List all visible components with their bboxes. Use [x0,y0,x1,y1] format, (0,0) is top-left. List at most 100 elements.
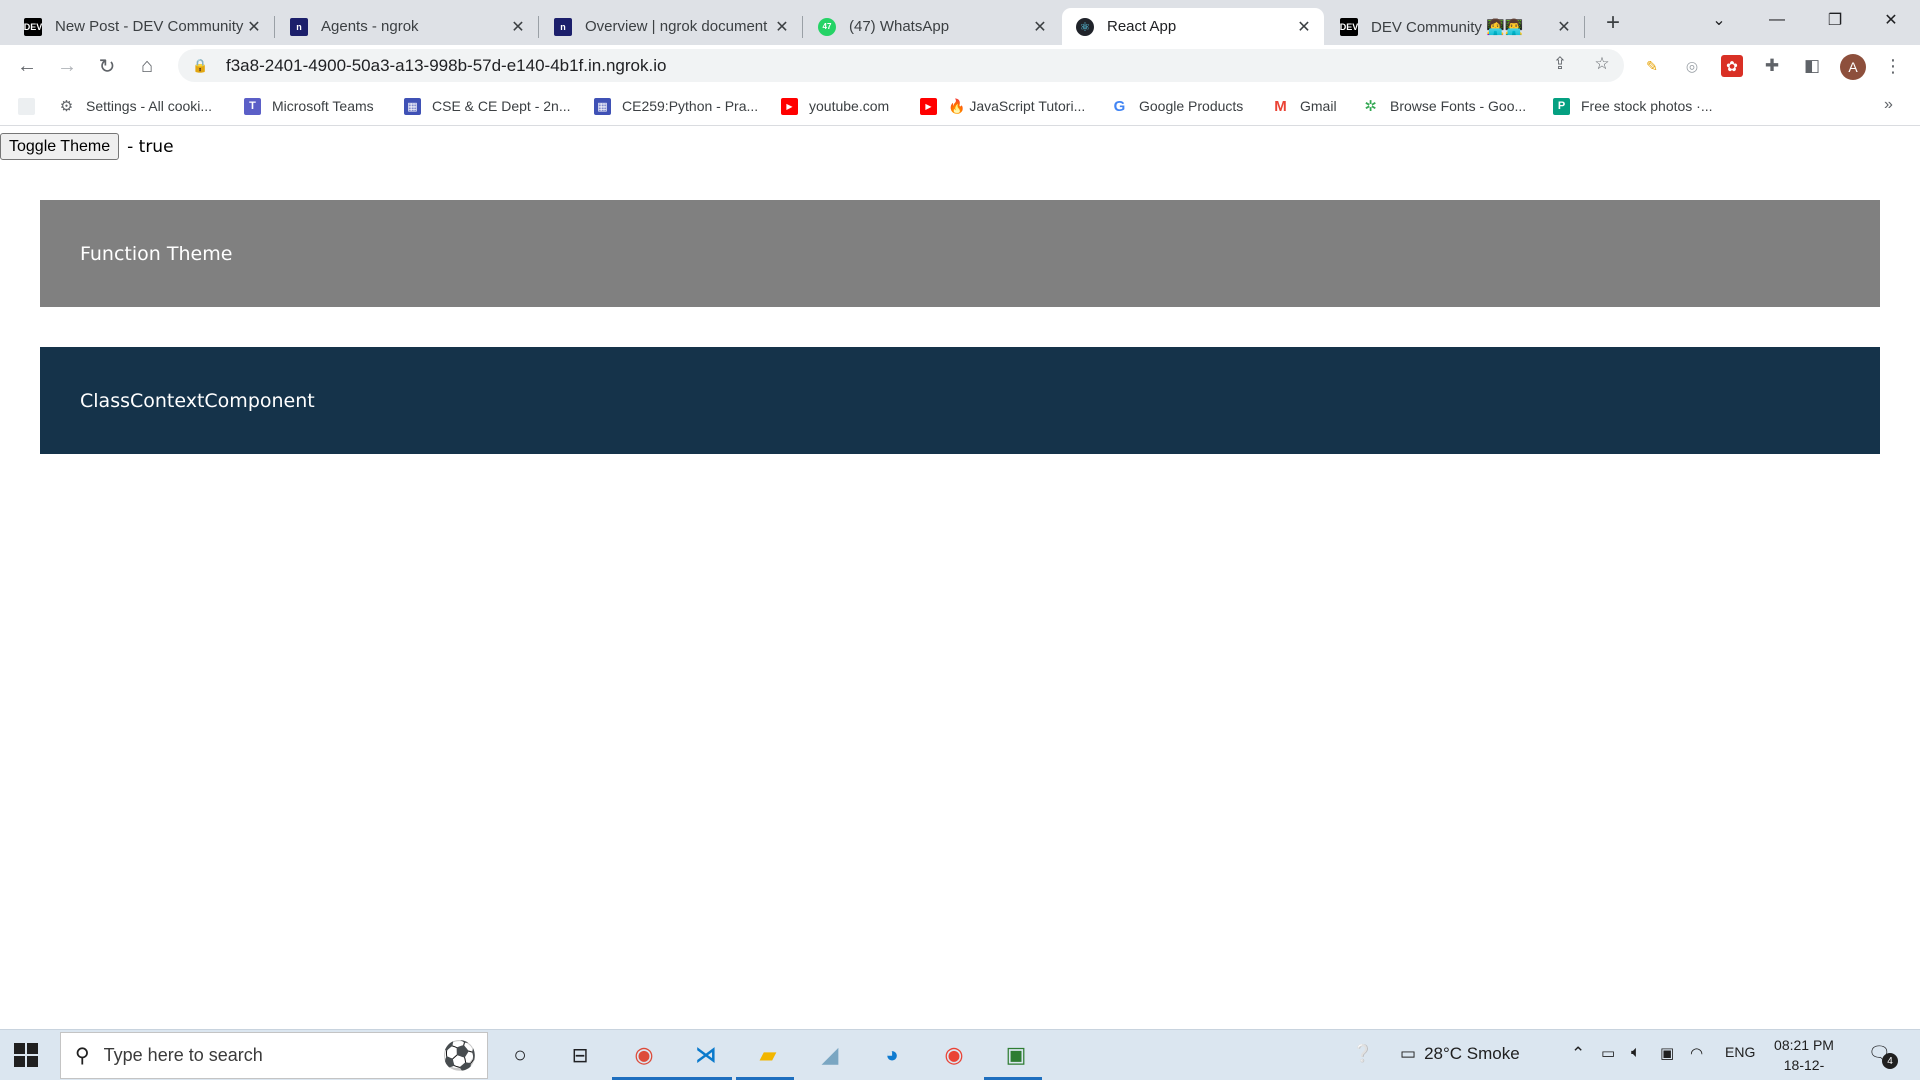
ngrok-favicon-icon: n [554,17,572,36]
share-icon[interactable]: ⇪ [1548,52,1572,76]
file-explorer-icon[interactable]: ▰ [750,1038,786,1072]
tab-separator [1584,16,1585,38]
forward-arrow-icon[interactable]: → [51,50,83,82]
red-extension-icon[interactable]: ✿ [1721,55,1743,77]
search-icon: ⚲ [75,1045,90,1067]
google-icon: G [1113,97,1126,115]
theme-state-text: - true [127,136,174,157]
bookmark-js-tutorial[interactable]: ▶ 🔥 JavaScript Tutori... [920,96,1085,116]
new-tab-button[interactable]: + [1598,8,1628,38]
react-favicon-icon: ⚛ [1076,17,1094,36]
restore-icon[interactable]: ❐ [1806,0,1864,40]
bookmark-gmail[interactable]: M Gmail [1272,96,1336,116]
tab-separator [274,16,275,38]
react-app-page: Toggle Theme - true Function Theme Class… [0,127,1920,1029]
tab-new-post-dev[interactable]: DEV New Post - DEV Community ✕ [10,8,274,45]
bookmark-google-fonts[interactable]: ✲ Browse Fonts - Goo... [1362,96,1526,116]
clock-date: 18-12-2022 [1783,1057,1825,1080]
more-menu-icon[interactable]: ⋮ [1882,55,1904,77]
bookmarks-bar: ⚙ Settings - All cooki... T Microsoft Team… [0,86,1920,126]
bookmark-label: Google Products [1139,98,1244,114]
notification-center-icon[interactable]: 🗨︎ 4 [1868,1043,1898,1069]
tab-agents-ngrok[interactable]: n Agents - ngrok ✕ [276,8,538,45]
tab-ngrok-docs[interactable]: n Overview | ngrok document ✕ [540,8,802,45]
chrome-profile-icon[interactable]: ◉ [626,1038,662,1072]
edge-icon[interactable]: ◕ [874,1038,910,1072]
close-tab-icon[interactable]: ✕ [508,17,528,37]
bookmark-settings[interactable]: ⚙ Settings - All cooki... [58,96,212,116]
windows-start-icon[interactable] [14,1043,38,1067]
youtube-icon: ▶ [781,97,798,115]
dev-favicon-icon: DEV [1340,17,1358,36]
wifi-icon[interactable]: ◠ [1690,1044,1703,1062]
task-view-icon[interactable]: ⊟ [562,1038,598,1072]
tab-search-icon[interactable]: ⌄ [1690,0,1748,40]
close-window-icon[interactable]: ✕ [1862,0,1920,40]
close-tab-icon[interactable]: ✕ [772,17,792,37]
tab-title: (47) WhatsApp [849,18,950,35]
apps-shortcut-icon[interactable] [18,96,46,116]
classroom-icon: ▦ [594,97,611,115]
vscode-icon[interactable]: ⋊ [688,1038,724,1072]
toggle-theme-button[interactable]: Toggle Theme [0,133,120,160]
chrome-icon[interactable]: ◉ [936,1038,972,1072]
cortana-icon[interactable]: ○ [502,1038,538,1072]
battery-icon[interactable]: ▭ [1601,1044,1615,1062]
home-icon[interactable]: ⌂ [131,50,163,82]
class-context-label: ClassContextComponent [80,389,315,412]
extensions-puzzle-icon[interactable]: ✚ [1761,55,1783,77]
bookmark-label: Browse Fonts - Goo... [1390,98,1527,114]
side-panel-icon[interactable]: ◧ [1801,55,1823,77]
taskbar-search-input[interactable]: ⚲ Type here to search ⚽ [60,1032,488,1079]
tab-title: New Post - DEV Community [55,18,244,35]
close-tab-icon[interactable]: ✕ [1030,17,1050,37]
back-arrow-icon[interactable]: ← [11,50,43,82]
bookmark-teams[interactable]: T Microsoft Teams [244,96,374,116]
highlighter-extension-icon[interactable]: ✎ [1641,55,1663,77]
help-icon[interactable]: ❔ [1352,1044,1373,1064]
terminal-app-icon[interactable]: ▣ [998,1038,1034,1072]
address-bar[interactable]: 🔒 f3a8-2401-4900-50a3-a13-998b-57d-e140-… [178,49,1624,82]
bookmark-pexels[interactable]: P Free stock photos ·... [1553,96,1713,116]
bookmarks-overflow-icon[interactable]: » [1884,96,1893,114]
weather-widget[interactable]: ▭ 28°C Smoke [1400,1044,1520,1064]
profile-avatar[interactable]: A [1840,54,1866,80]
search-placeholder: Type here to search [103,1045,263,1065]
bookmark-google-products[interactable]: G Google Products [1111,96,1244,116]
youtube-icon: ▶ [920,97,937,115]
volume-icon[interactable]: 🔈︎ [1631,1044,1641,1062]
bookmark-cse-dept[interactable]: ▦ CSE & CE Dept - 2n... [404,96,571,116]
tab-separator [538,16,539,38]
bookmark-star-icon[interactable]: ☆ [1590,52,1614,76]
toggle-row: Toggle Theme - true [0,133,174,160]
tab-react-app[interactable]: ⚛ React App ✕ [1062,8,1324,45]
tab-strip: DEV New Post - DEV Community ✕ n Agents … [0,0,1920,45]
bookmark-label: Settings - All cooki... [86,98,213,114]
function-theme-panel: Function Theme [40,200,1880,307]
minimize-icon[interactable]: — [1748,0,1806,40]
reload-icon[interactable]: ↻ [91,50,123,82]
pexels-icon: P [1553,97,1570,115]
extension-circle-icon[interactable]: ◎ [1681,55,1703,77]
tab-whatsapp[interactable]: 47 (47) WhatsApp ✕ [804,8,1060,45]
close-tab-icon[interactable]: ✕ [1554,17,1574,37]
class-context-panel: ClassContextComponent [40,347,1880,454]
bookmark-label: CSE & CE Dept - 2n... [432,98,571,114]
bookmark-label: 🔥 JavaScript Tutori... [948,97,1086,114]
windows-taskbar: ⚲ Type here to search ⚽ ○ ⊟ ◉ ⋊ ▰ ◢ ◕ ◉ … [0,1029,1920,1080]
classroom-icon: ▦ [404,97,421,115]
app-icon[interactable]: ◢ [812,1038,848,1072]
language-indicator[interactable]: ENG [1725,1044,1755,1060]
bookmark-label: Microsoft Teams [272,98,374,114]
function-theme-label: Function Theme [80,242,233,265]
notification-count: 4 [1882,1053,1898,1069]
tab-separator [802,16,803,38]
display-icon[interactable]: ▣ [1660,1044,1674,1062]
close-tab-icon[interactable]: ✕ [1294,17,1314,37]
tab-dev-community[interactable]: DEV DEV Community 👩‍💻👨‍💻 ✕ [1326,8,1584,45]
show-hidden-icons-icon[interactable]: ⌃ [1571,1044,1585,1064]
close-tab-icon[interactable]: ✕ [244,17,264,37]
bookmark-youtube[interactable]: ▶ youtube.com [781,96,889,116]
system-clock[interactable]: 08:21 PM 18-12-2022 [1769,1035,1839,1080]
bookmark-ce259[interactable]: ▦ CE259:Python - Pra... [594,96,758,116]
